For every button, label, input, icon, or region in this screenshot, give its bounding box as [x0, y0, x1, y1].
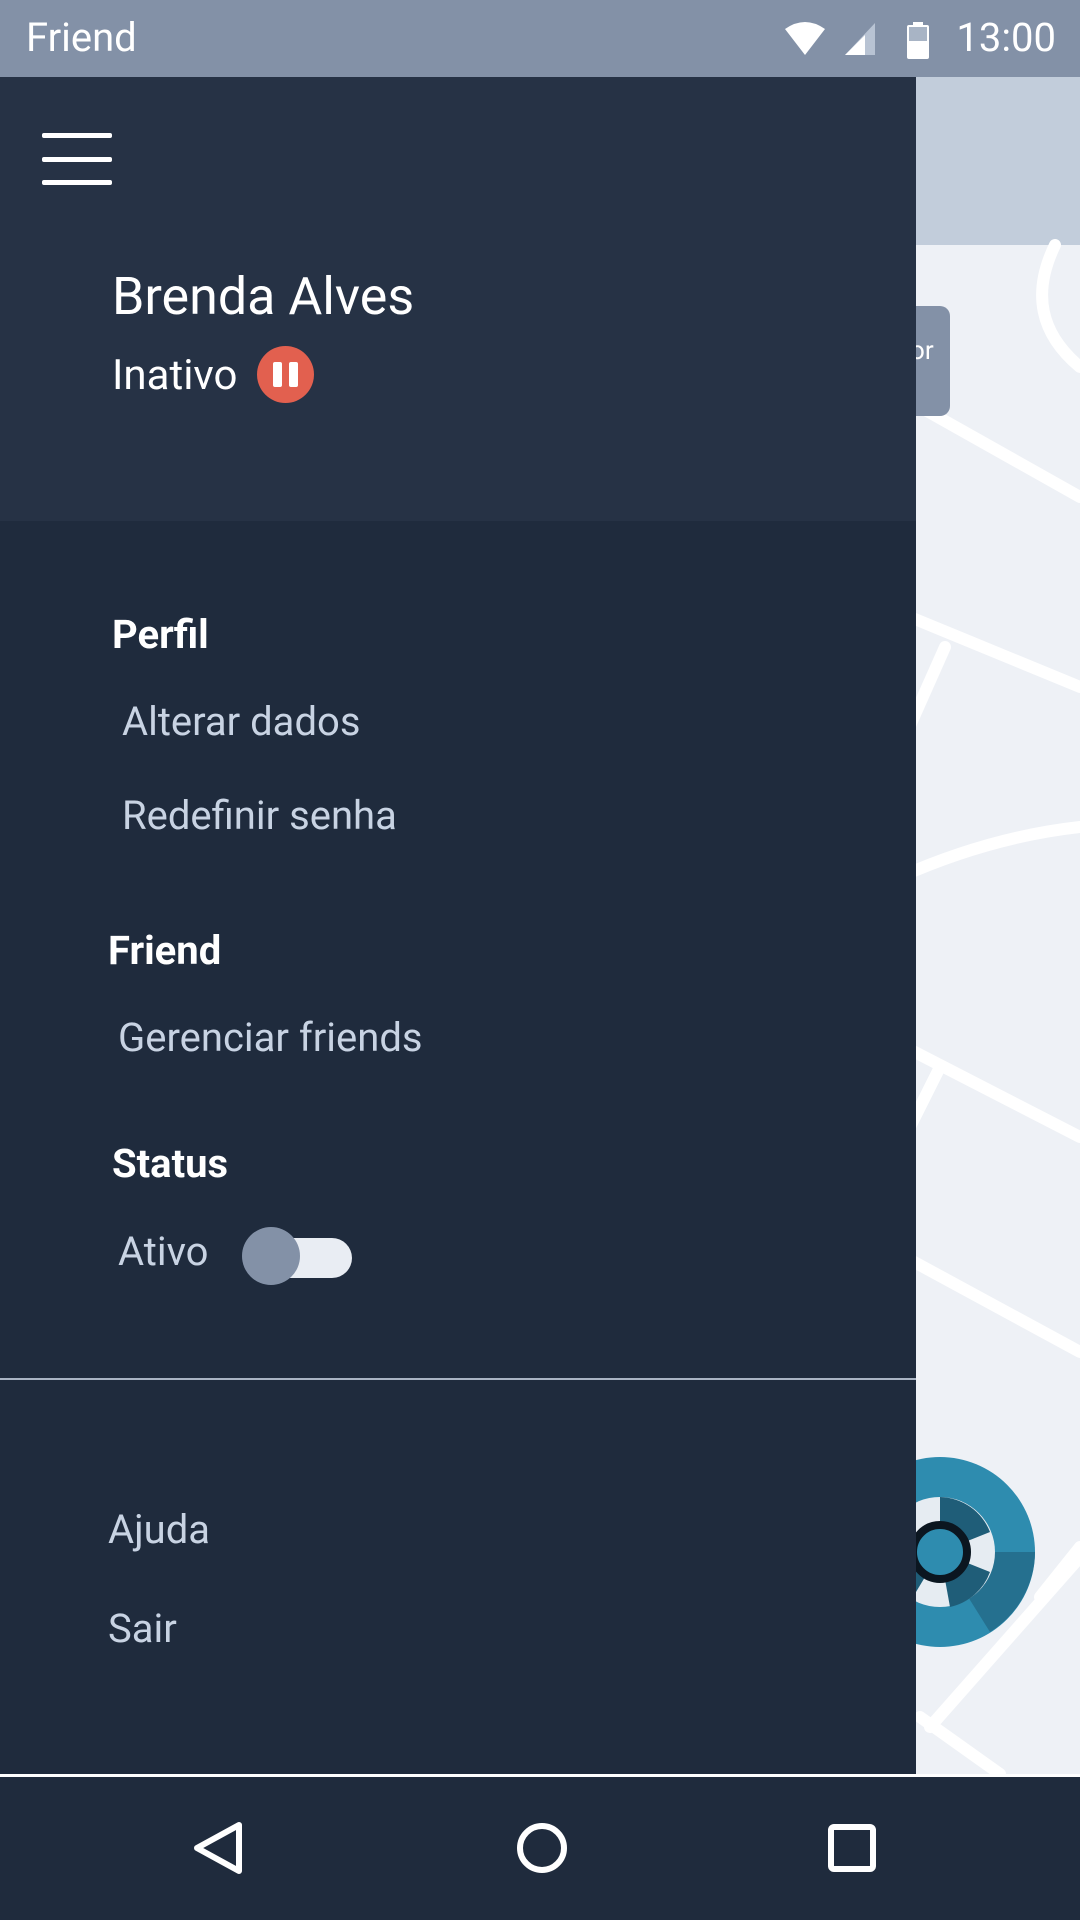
menu-item-ajuda[interactable]: Ajuda	[108, 1506, 210, 1554]
status-toggle-thumb	[242, 1227, 300, 1285]
menu-item-alterar-dados[interactable]: Alterar dados	[122, 698, 360, 746]
wifi-icon	[785, 22, 825, 55]
back-icon[interactable]	[183, 1813, 253, 1883]
pause-icon[interactable]	[257, 346, 314, 403]
section-title-friend: Friend	[108, 927, 222, 974]
status-toggle[interactable]	[242, 1223, 354, 1289]
user-status: Inativo	[112, 351, 238, 400]
recents-icon[interactable]	[817, 1813, 887, 1883]
cell-signal-icon	[845, 23, 875, 55]
menu-item-redefinir-senha[interactable]: Redefinir senha	[122, 792, 397, 840]
status-bar-time: 13:00	[956, 14, 1056, 61]
status-toggle-label: Ativo	[118, 1228, 209, 1275]
navigation-drawer: Brenda Alves Inativo Perfil Alterar dado…	[0, 77, 916, 1774]
menu-item-gerenciar-friends[interactable]: Gerenciar friends	[118, 1014, 423, 1062]
battery-icon	[907, 22, 929, 59]
section-title-perfil: Perfil	[112, 611, 209, 658]
status-bar: Friend 13:00	[0, 0, 1080, 77]
status-bar-app-label: Friend	[26, 14, 137, 61]
user-name: Brenda Alves	[112, 266, 415, 327]
menu-item-sair[interactable]: Sair	[108, 1605, 177, 1653]
section-title-status: Status	[112, 1140, 229, 1187]
drawer-divider	[0, 1378, 916, 1380]
home-icon[interactable]	[507, 1813, 577, 1883]
system-nav-bar	[0, 1774, 1080, 1920]
drawer-header: Brenda Alves Inativo	[0, 77, 916, 521]
menu-icon[interactable]	[42, 133, 112, 185]
